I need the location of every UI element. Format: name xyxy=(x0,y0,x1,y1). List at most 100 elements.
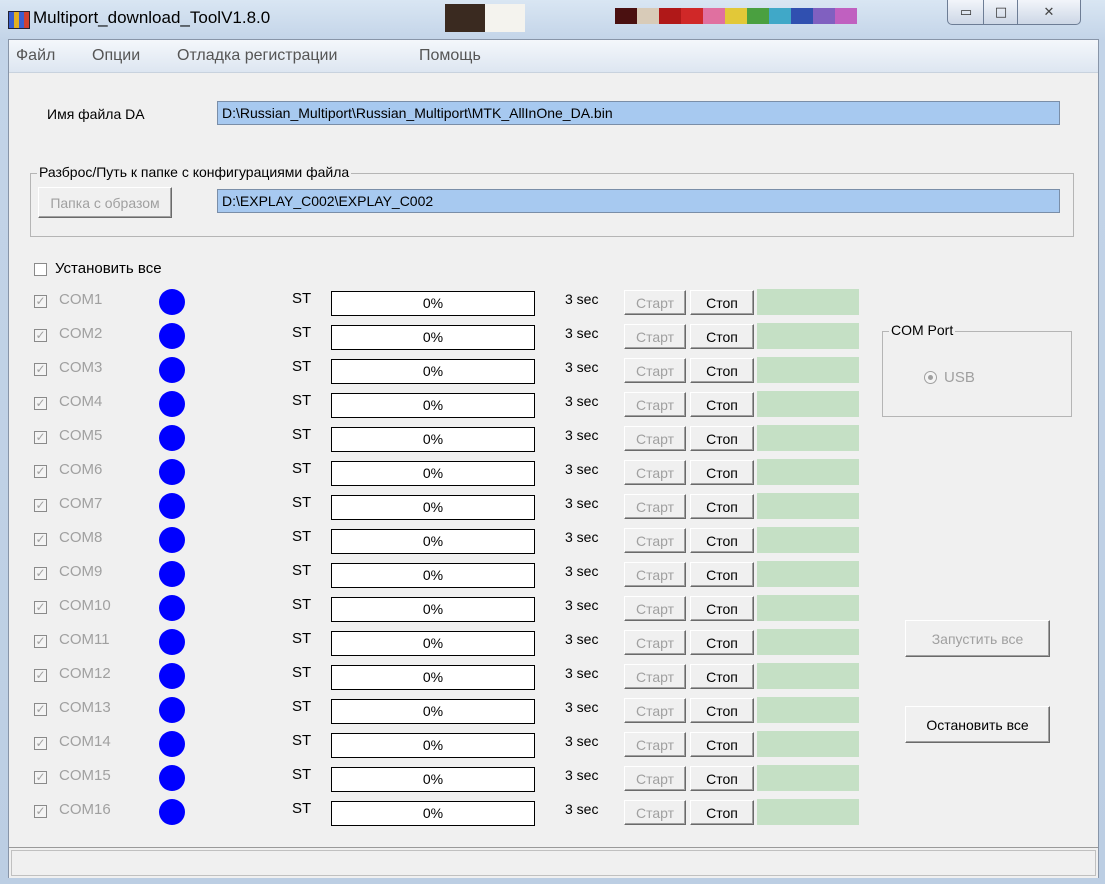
port-timeout: 3 sec xyxy=(565,699,599,715)
port-status-text: ST xyxy=(292,494,312,511)
port-stop-label: Стоп xyxy=(706,430,738,447)
port-timeout: 3 sec xyxy=(565,801,599,817)
port-checkbox[interactable]: ✓ xyxy=(34,363,47,376)
port-status-text: ST xyxy=(292,664,312,681)
port-checkbox[interactable]: ✓ xyxy=(34,431,47,444)
port-timeout: 3 sec xyxy=(565,427,599,443)
port-start-button[interactable]: Старт xyxy=(624,324,686,349)
port-stop-button[interactable]: Стоп xyxy=(690,494,754,519)
menu-file[interactable]: Файл xyxy=(16,47,55,65)
port-progress-bar: 0% xyxy=(331,359,535,384)
port-checkbox[interactable]: ✓ xyxy=(34,737,47,750)
port-checkbox[interactable]: ✓ xyxy=(34,567,47,580)
menu-debug-logging[interactable]: Отладка регистрации xyxy=(177,47,337,65)
port-status-text: ST xyxy=(292,766,312,783)
port-start-button[interactable]: Старт xyxy=(624,596,686,621)
port-start-button[interactable]: Старт xyxy=(624,732,686,757)
port-start-button[interactable]: Старт xyxy=(624,698,686,723)
port-row: ✓ COM7 ST 0% 3 sec Старт Стоп xyxy=(9,489,1098,523)
port-checkbox[interactable]: ✓ xyxy=(34,635,47,648)
port-start-button[interactable]: Старт xyxy=(624,494,686,519)
close-button[interactable]: ✕ xyxy=(1017,0,1081,25)
port-checkbox[interactable]: ✓ xyxy=(34,805,47,818)
port-stop-button[interactable]: Стоп xyxy=(690,766,754,791)
port-checkbox[interactable]: ✓ xyxy=(34,397,47,410)
port-status-text: ST xyxy=(292,562,312,579)
port-progress-bar: 0% xyxy=(331,631,535,656)
menu-options[interactable]: Опции xyxy=(92,47,140,65)
port-timeout: 3 sec xyxy=(565,733,599,749)
port-checkbox[interactable]: ✓ xyxy=(34,295,47,308)
port-stop-button[interactable]: Стоп xyxy=(690,426,754,451)
port-stop-label: Стоп xyxy=(706,532,738,549)
port-checkbox[interactable]: ✓ xyxy=(34,499,47,512)
menu-help[interactable]: Помощь xyxy=(419,47,481,65)
checkmark-icon: ✓ xyxy=(35,532,46,546)
port-stop-button[interactable]: Стоп xyxy=(690,392,754,417)
port-stop-button[interactable]: Стоп xyxy=(690,664,754,689)
title-bar[interactable]: Multiport_download_ToolV1.8.0 ▭ □ ✕ xyxy=(0,0,1105,38)
port-stop-button[interactable]: Стоп xyxy=(690,800,754,825)
port-stop-button[interactable]: Стоп xyxy=(690,528,754,553)
port-name: COM16 xyxy=(59,801,111,818)
port-stop-button[interactable]: Стоп xyxy=(690,358,754,383)
port-status-led xyxy=(159,799,185,825)
port-start-button[interactable]: Старт xyxy=(624,358,686,383)
window-frame: Multiport_download_ToolV1.8.0 ▭ □ ✕ Файл… xyxy=(0,0,1105,884)
usb-radio-label: USB xyxy=(944,369,975,386)
port-stop-button[interactable]: Стоп xyxy=(690,290,754,315)
port-start-button[interactable]: Старт xyxy=(624,664,686,689)
port-start-button[interactable]: Старт xyxy=(624,528,686,553)
port-start-button[interactable]: Старт xyxy=(624,800,686,825)
port-stop-button[interactable]: Стоп xyxy=(690,460,754,485)
port-stop-button[interactable]: Стоп xyxy=(690,698,754,723)
port-row: ✓ COM8 ST 0% 3 sec Старт Стоп xyxy=(9,523,1098,557)
port-start-button[interactable]: Старт xyxy=(624,392,686,417)
port-result-cell xyxy=(757,289,859,315)
port-status-led xyxy=(159,731,185,757)
menu-bar: Файл Опции Отладка регистрации Помощь xyxy=(9,40,1098,73)
port-checkbox[interactable]: ✓ xyxy=(34,329,47,342)
port-start-label: Старт xyxy=(635,532,675,549)
port-start-button[interactable]: Старт xyxy=(624,562,686,587)
port-stop-button[interactable]: Стоп xyxy=(690,324,754,349)
port-stop-button[interactable]: Стоп xyxy=(690,596,754,621)
port-checkbox[interactable]: ✓ xyxy=(34,601,47,614)
da-file-field[interactable]: D:\Russian_Multiport\Russian_Multiport\M… xyxy=(217,101,1060,125)
port-start-button[interactable]: Старт xyxy=(624,426,686,451)
port-start-label: Старт xyxy=(635,736,675,753)
port-checkbox[interactable]: ✓ xyxy=(34,771,47,784)
port-start-button[interactable]: Старт xyxy=(624,290,686,315)
port-stop-button[interactable]: Стоп xyxy=(690,630,754,655)
port-progress-bar: 0% xyxy=(331,733,535,758)
port-stop-button[interactable]: Стоп xyxy=(690,732,754,757)
port-timeout: 3 sec xyxy=(565,665,599,681)
port-result-cell xyxy=(757,527,859,553)
port-stop-label: Стоп xyxy=(706,396,738,413)
set-all-label: Установить все xyxy=(55,260,162,277)
usb-radio[interactable] xyxy=(924,371,937,384)
port-stop-button[interactable]: Стоп xyxy=(690,562,754,587)
port-checkbox[interactable]: ✓ xyxy=(34,669,47,682)
port-checkbox[interactable]: ✓ xyxy=(34,533,47,546)
set-all-checkbox[interactable] xyxy=(34,263,47,276)
port-status-led xyxy=(159,323,185,349)
port-progress-bar: 0% xyxy=(331,767,535,792)
port-timeout: 3 sec xyxy=(565,291,599,307)
start-all-button[interactable]: Запустить все xyxy=(905,620,1050,657)
port-start-label: Старт xyxy=(635,804,675,821)
port-checkbox[interactable]: ✓ xyxy=(34,703,47,716)
port-row: ✓ COM12 ST 0% 3 sec Старт Стоп xyxy=(9,659,1098,693)
port-start-button[interactable]: Старт xyxy=(624,460,686,485)
scatter-path-field[interactable]: D:\EXPLAY_C002\EXPLAY_C002 xyxy=(217,189,1060,213)
checkmark-icon: ✓ xyxy=(35,464,46,478)
port-checkbox[interactable]: ✓ xyxy=(34,465,47,478)
port-start-button[interactable]: Старт xyxy=(624,630,686,655)
maximize-button[interactable]: □ xyxy=(983,0,1019,25)
port-start-button[interactable]: Старт xyxy=(624,766,686,791)
stop-all-button[interactable]: Остановить все xyxy=(905,706,1050,743)
app-icon xyxy=(8,11,30,29)
port-timeout: 3 sec xyxy=(565,461,599,477)
minimize-button[interactable]: ▭ xyxy=(947,0,985,25)
image-folder-button[interactable]: Папка с образом xyxy=(38,187,172,218)
